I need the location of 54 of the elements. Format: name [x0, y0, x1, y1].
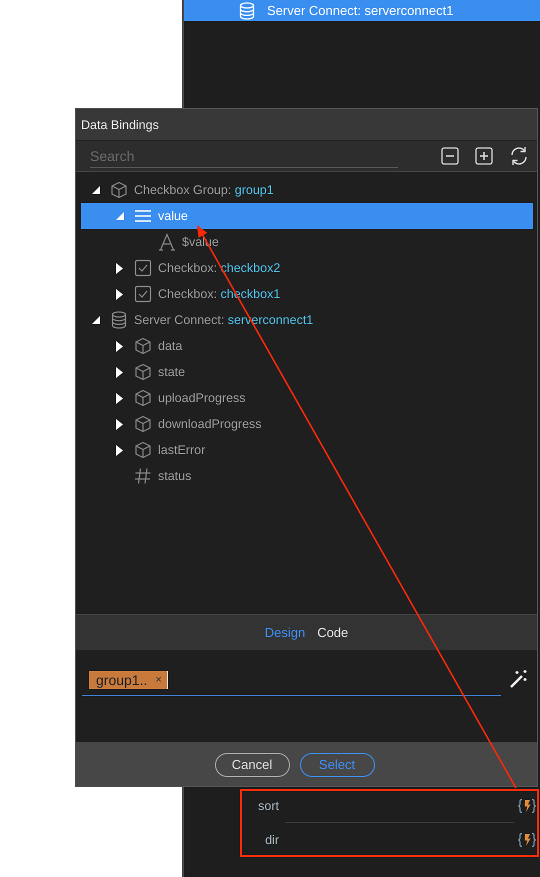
dynamic-data-icon[interactable]	[518, 798, 536, 814]
cube-icon	[134, 363, 152, 381]
search-field[interactable]: Search	[90, 144, 398, 168]
expanded-triangle-icon[interactable]	[92, 316, 100, 324]
tree-item[interactable]: data	[81, 333, 533, 359]
tree-item[interactable]: downloadProgress	[81, 411, 533, 437]
item-label: Checkbox Group: group1	[134, 183, 274, 197]
tree-item[interactable]: status	[81, 463, 533, 489]
database-icon	[110, 311, 128, 329]
cube-icon	[134, 441, 152, 459]
item-label: lastError	[158, 443, 206, 457]
tab[interactable]: Code	[313, 623, 352, 642]
item-label: data	[158, 339, 182, 353]
item-label: value	[158, 209, 188, 223]
tree-item[interactable]: Server Connect: serverconnect1	[184, 0, 540, 21]
cancel-button[interactable]: Cancel	[214, 752, 290, 776]
remove-tag-button[interactable]: ×	[155, 674, 162, 686]
cube-icon	[134, 337, 152, 355]
tag-label: group1..	[96, 672, 148, 688]
collapsed-triangle-icon[interactable]	[116, 340, 123, 352]
hash-icon	[134, 467, 152, 485]
collapsed-triangle-icon[interactable]	[116, 288, 123, 300]
tab[interactable]: Design	[260, 623, 310, 642]
parameter-label: dir	[264, 832, 279, 846]
checkbox-icon	[134, 259, 152, 277]
collapsed-triangle-icon[interactable]	[116, 418, 123, 430]
collapse-all-icon[interactable]	[441, 147, 459, 165]
cube-icon	[110, 181, 128, 199]
cube-icon	[134, 415, 152, 433]
item-label: Server Connect: serverconnect1	[267, 3, 454, 18]
tree-item[interactable]: uploadProgress	[81, 385, 533, 411]
tree-item[interactable]: state	[81, 359, 533, 385]
collapsed-triangle-icon[interactable]	[116, 392, 123, 404]
expanded-triangle-icon[interactable]	[92, 186, 100, 194]
tree-item[interactable]: value	[81, 203, 533, 229]
magic-wand-icon[interactable]	[509, 669, 529, 689]
refresh-icon[interactable]	[509, 146, 529, 166]
collapsed-triangle-icon[interactable]	[116, 262, 123, 274]
database-icon	[239, 2, 255, 20]
tree-item[interactable]: Checkbox Group: group1	[81, 177, 533, 203]
item-label: downloadProgress	[158, 417, 262, 431]
item-label: status	[158, 469, 192, 483]
parameter-label: sort	[257, 798, 279, 812]
item-label: uploadProgress	[158, 391, 246, 405]
tree-item[interactable]: lastError	[81, 437, 533, 463]
checkbox-icon	[134, 285, 152, 303]
collapsed-triangle-icon[interactable]	[116, 444, 123, 456]
expand-all-icon[interactable]	[475, 147, 493, 165]
item-label: state	[158, 365, 186, 379]
cube-icon	[134, 389, 152, 407]
dialog-title: Data Bindings	[76, 109, 537, 141]
dynamic-data-icon[interactable]	[518, 832, 536, 848]
letter-a-icon	[158, 233, 176, 251]
collapsed-triangle-icon[interactable]	[116, 366, 123, 378]
